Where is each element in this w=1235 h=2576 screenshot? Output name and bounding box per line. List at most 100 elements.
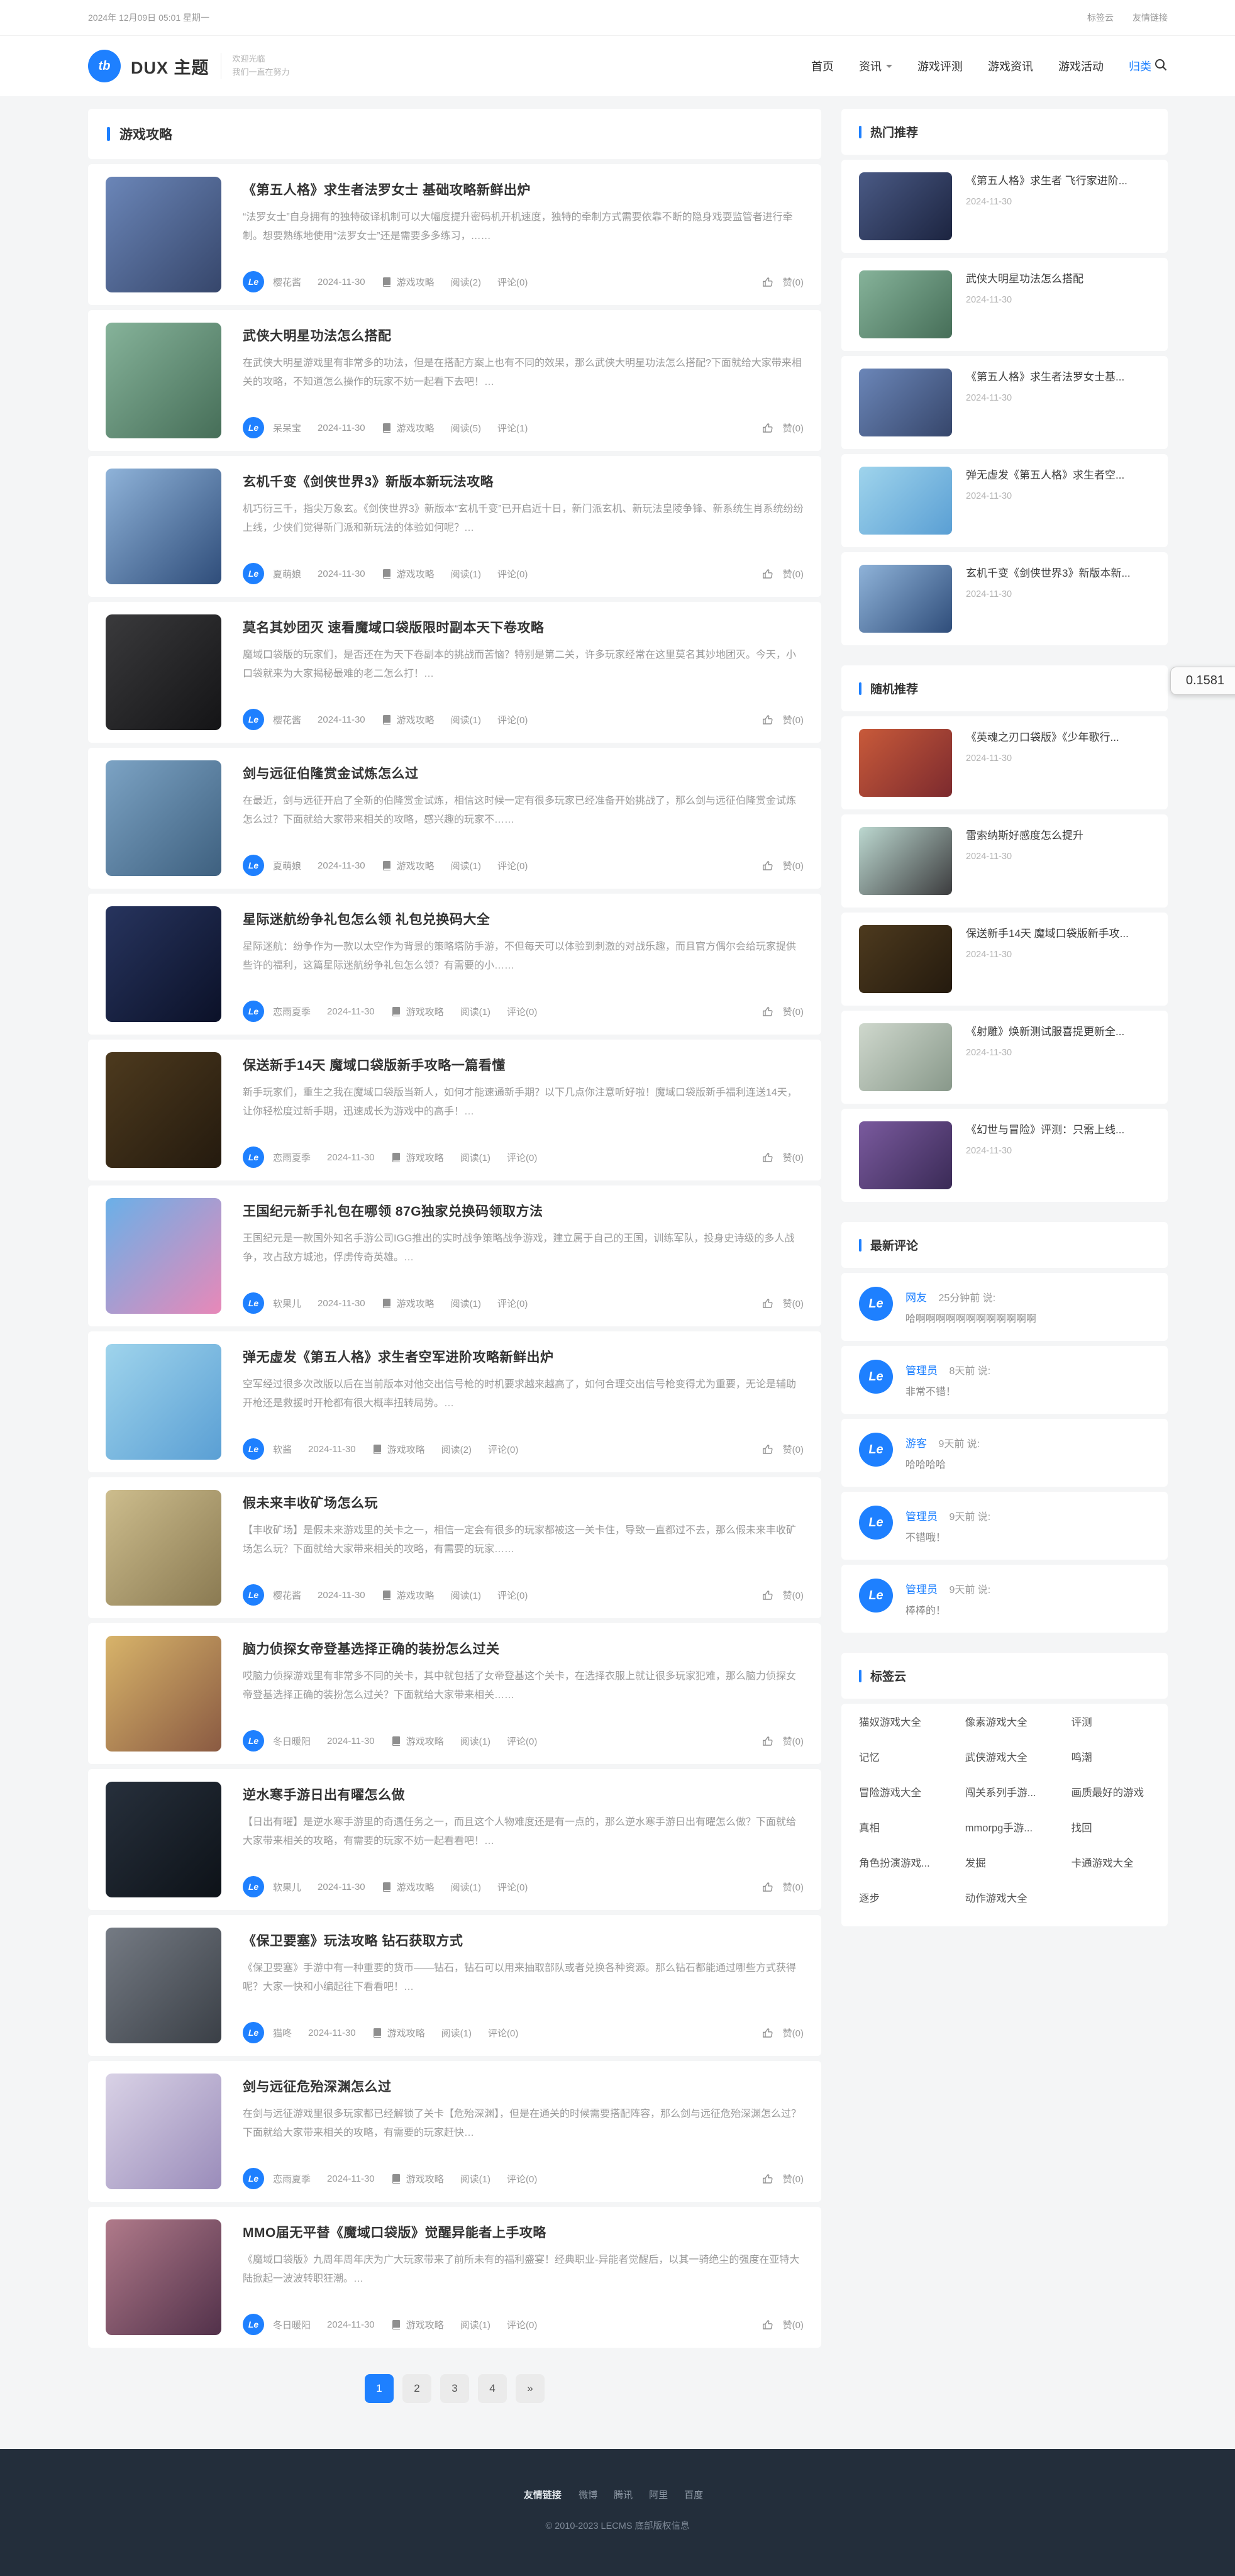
sidebar-item-thumbnail[interactable] [859, 827, 952, 895]
tag-item-8[interactable]: 画质最好的游戏 [1072, 1784, 1150, 1799]
sidebar-item-thumbnail[interactable] [859, 1121, 952, 1189]
sidebar-item-thumbnail[interactable] [859, 729, 952, 797]
article-title[interactable]: 剑与远征伯隆赏金试炼怎么过 [243, 763, 804, 782]
like-button[interactable]: 赞(0) [762, 1297, 804, 1310]
comment-author[interactable]: 网友 [905, 1292, 927, 1304]
category-label[interactable]: 游戏攻略 [406, 1151, 444, 1164]
article-title[interactable]: 王国纪元新手礼包在哪领 87G独家兑换码领取方法 [243, 1201, 804, 1220]
sidebar-item-thumbnail[interactable] [859, 925, 952, 993]
category-label[interactable]: 游戏攻略 [397, 421, 435, 435]
like-button[interactable]: 赞(0) [762, 1880, 804, 1894]
like-button[interactable]: 赞(0) [762, 2026, 804, 2040]
sidebar-item-title[interactable]: 武侠大明星功法怎么搭配 [966, 270, 1083, 287]
tag-item-5[interactable]: 鸣潮 [1072, 1749, 1150, 1764]
article-title[interactable]: 星际迷航纷争礼包怎么领 礼包兑换码大全 [243, 909, 804, 928]
comment-author[interactable]: 管理员 [905, 1584, 938, 1596]
author-avatar[interactable]: Le [243, 1730, 264, 1752]
tag-item-10[interactable]: mmorpg手游... [965, 1819, 1064, 1835]
tag-item-6[interactable]: 冒险游戏大全 [859, 1784, 958, 1799]
nav-item-5[interactable]: 归类 [1129, 58, 1151, 74]
category-link[interactable]: 游戏攻略 [382, 421, 435, 435]
article-title[interactable]: 剑与远征危殆深渊怎么过 [243, 2077, 804, 2096]
category-link[interactable]: 游戏攻略 [391, 2172, 444, 2185]
article-thumbnail[interactable] [106, 1198, 221, 1314]
article-thumbnail[interactable] [106, 1052, 221, 1168]
category-link[interactable]: 游戏攻略 [372, 2026, 425, 2040]
article-title[interactable]: 弹无虚发《第五人格》求生者空军进阶攻略新鲜出炉 [243, 1347, 804, 1366]
sidebar-item-thumbnail[interactable] [859, 565, 952, 633]
tag-item-0[interactable]: 猫奴游戏大全 [859, 1714, 958, 1729]
category-label[interactable]: 游戏攻略 [397, 1589, 435, 1602]
article-thumbnail[interactable] [106, 1344, 221, 1460]
tag-item-7[interactable]: 闯关系列手游... [965, 1784, 1064, 1799]
sidebar-item-title[interactable]: 玄机千变《剑侠世界3》新版本新... [966, 565, 1131, 582]
article-thumbnail[interactable] [106, 1782, 221, 1897]
article-title[interactable]: 武侠大明星功法怎么搭配 [243, 326, 804, 345]
category-label[interactable]: 游戏攻略 [397, 1297, 435, 1310]
author-avatar[interactable]: Le [243, 2168, 264, 2189]
page-button-»[interactable]: » [516, 2374, 545, 2403]
article-thumbnail[interactable] [106, 469, 221, 584]
tag-item-3[interactable]: 记忆 [859, 1749, 958, 1764]
article-title[interactable]: 《保卫要塞》玩法攻略 钻石获取方式 [243, 1931, 804, 1950]
like-button[interactable]: 赞(0) [762, 2172, 804, 2185]
author-avatar[interactable]: Le [243, 855, 264, 876]
sidebar-item-title[interactable]: 《射雕》焕新测试服喜提更新全... [966, 1023, 1124, 1040]
author-name[interactable]: 樱花酱 [273, 1589, 301, 1602]
sidebar-item-thumbnail[interactable] [859, 270, 952, 338]
author-avatar[interactable]: Le [243, 1001, 264, 1022]
category-label[interactable]: 游戏攻略 [397, 1880, 435, 1894]
comment-author[interactable]: 管理员 [905, 1511, 938, 1523]
category-label[interactable]: 游戏攻略 [397, 275, 435, 289]
site-logo[interactable]: tb [88, 50, 121, 82]
author-name[interactable]: 夏萌娘 [273, 859, 301, 872]
tag-item-12[interactable]: 角色扮演游戏... [859, 1855, 958, 1870]
like-button[interactable]: 赞(0) [762, 1589, 804, 1602]
sidebar-item-title[interactable]: 《英魂之刃口袋版》《少年歌行... [966, 729, 1119, 746]
author-avatar[interactable]: Le [243, 1292, 264, 1314]
comment-author[interactable]: 游客 [905, 1438, 927, 1450]
category-link[interactable]: 游戏攻略 [382, 1880, 435, 1894]
page-button-4[interactable]: 4 [478, 2374, 507, 2403]
tag-item-15[interactable]: 逐步 [859, 1890, 958, 1905]
sidebar-item-thumbnail[interactable] [859, 1023, 952, 1091]
article-title[interactable]: 《第五人格》求生者法罗女士 基础攻略新鲜出炉 [243, 180, 804, 199]
tag-item-2[interactable]: 评测 [1072, 1714, 1150, 1729]
sidebar-item-title[interactable]: 弹无虚发《第五人格》求生者空... [966, 467, 1124, 484]
sidebar-item-thumbnail[interactable] [859, 172, 952, 240]
like-button[interactable]: 赞(0) [762, 859, 804, 872]
article-thumbnail[interactable] [106, 323, 221, 438]
category-label[interactable]: 游戏攻略 [397, 567, 435, 580]
author-avatar[interactable]: Le [243, 1438, 264, 1460]
author-name[interactable]: 软酱 [273, 1443, 292, 1456]
author-name[interactable]: 恋雨夏季 [273, 1151, 311, 1164]
article-thumbnail[interactable] [106, 177, 221, 292]
author-name[interactable]: 呆呆宝 [273, 421, 301, 435]
author-avatar[interactable]: Le [243, 2314, 264, 2335]
article-thumbnail[interactable] [106, 2219, 221, 2335]
category-link[interactable]: 游戏攻略 [391, 2318, 444, 2331]
category-link[interactable]: 游戏攻略 [382, 567, 435, 580]
like-button[interactable]: 赞(0) [762, 1443, 804, 1456]
article-thumbnail[interactable] [106, 614, 221, 730]
page-button-3[interactable]: 3 [440, 2374, 469, 2403]
author-name[interactable]: 恋雨夏季 [273, 1005, 311, 1018]
footer-link-3[interactable]: 百度 [684, 2490, 703, 2501]
article-title[interactable]: MMO届无平替《魔域口袋版》觉醒异能者上手攻略 [243, 2223, 804, 2241]
footer-link-0[interactable]: 微博 [579, 2490, 597, 2501]
sidebar-item-title[interactable]: 雷索纳斯好感度怎么提升 [966, 827, 1083, 844]
footer-link-1[interactable]: 腾讯 [614, 2490, 633, 2501]
like-button[interactable]: 赞(0) [762, 713, 804, 726]
article-thumbnail[interactable] [106, 1636, 221, 1752]
topbar-link-1[interactable]: 友情链接 [1133, 11, 1168, 24]
category-link[interactable]: 游戏攻略 [382, 1297, 435, 1310]
search-button[interactable] [1154, 58, 1168, 75]
article-thumbnail[interactable] [106, 2074, 221, 2189]
author-avatar[interactable]: Le [243, 271, 264, 292]
nav-item-2[interactable]: 游戏评测 [917, 58, 963, 74]
site-name[interactable]: DUX 主题 [131, 54, 209, 79]
like-button[interactable]: 赞(0) [762, 1735, 804, 1748]
footer-link-2[interactable]: 阿里 [649, 2490, 668, 2501]
author-avatar[interactable]: Le [243, 1876, 264, 1897]
sidebar-item-title[interactable]: 《第五人格》求生者法罗女士基... [966, 369, 1124, 386]
